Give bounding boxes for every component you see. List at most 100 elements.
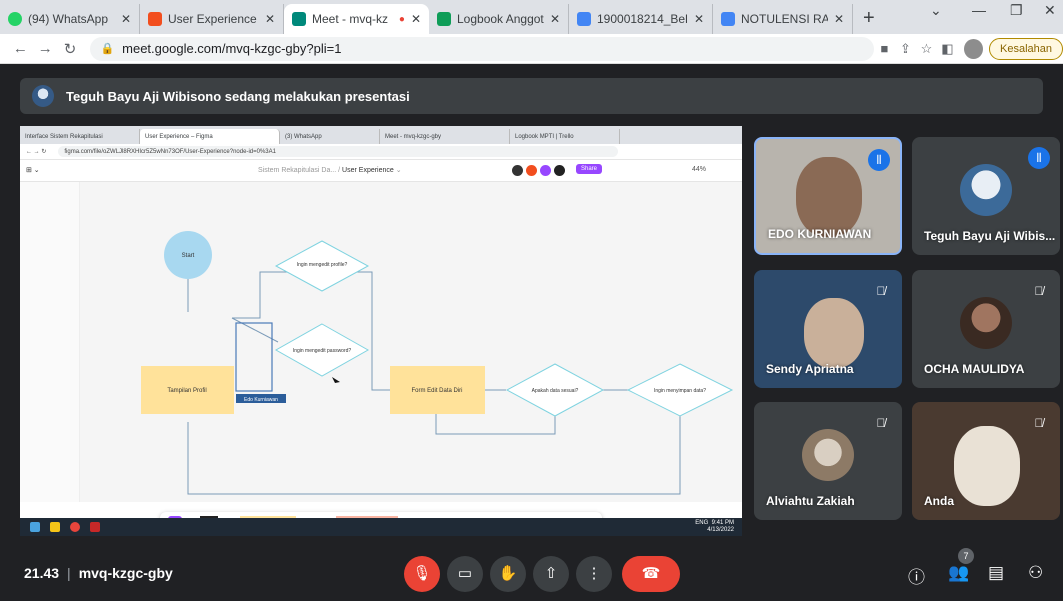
present-button[interactable]: ⇧ <box>533 556 569 592</box>
camera-toggle-button[interactable]: ▭ <box>447 556 483 592</box>
activities-icon[interactable]: ⚇ <box>1028 563 1043 583</box>
chevron-down-icon[interactable]: ⌄ <box>930 2 942 19</box>
figma-menu-icon: ⊞ ⌄ <box>26 167 40 174</box>
participant-avatar <box>802 429 854 481</box>
chrome-icon <box>70 522 80 532</box>
shared-tab: Logbook MPTI | Trello <box>510 129 620 144</box>
explorer-icon <box>50 522 60 532</box>
close-icon[interactable]: ✕ <box>411 12 421 26</box>
close-icon[interactable]: ✕ <box>694 12 704 26</box>
url-text: meet.google.com/mvq-kzgc-gby?pli=1 <box>122 41 342 56</box>
meeting-code: mvq-kzgc-gby <box>78 565 173 581</box>
participant-name: Teguh Bayu Aji Wibis... <box>924 229 1056 243</box>
process-tampilan-profil-label: Tampilan Profil <box>167 388 206 394</box>
meet-area: Teguh Bayu Aji Wibisono sedang melakukan… <box>0 64 1063 601</box>
cursor-label: Edo Kurniawan <box>244 397 278 403</box>
window-close-icon[interactable]: ✕ <box>1044 2 1056 19</box>
mouse-cursor-icon <box>332 377 340 383</box>
close-icon[interactable]: ✕ <box>550 12 560 26</box>
mic-off-icon: 🎙̸ <box>876 416 886 430</box>
start-node-label: Start <box>182 253 195 259</box>
participant-video <box>804 298 864 368</box>
speaking-indicator-icon: ⦀ <box>1028 147 1050 169</box>
chat-icon[interactable]: ▤ <box>988 563 1004 583</box>
shared-taskbar: ENG 9:41 PM 4/13/2022 <box>20 518 742 536</box>
collaborator-avatar <box>526 165 537 176</box>
figma-canvas: Start Ingin mengedit profile? Ingin meng… <box>20 182 742 536</box>
shared-tab: Interface Sistem Rekapitulasi <box>20 129 140 144</box>
collaborator-avatar <box>540 165 551 176</box>
reload-icon[interactable]: ↻ <box>58 40 83 58</box>
participant-count-badge: 7 <box>958 548 974 564</box>
lock-icon: 🔒 <box>100 43 115 55</box>
participant-avatar <box>960 297 1012 349</box>
mic-off-icon: 🎙̸ <box>1034 416 1044 430</box>
wps-icon <box>90 522 100 532</box>
tab-bella-doc[interactable]: 1900018214_Bella ✕ <box>569 4 713 34</box>
selection-box <box>235 322 273 392</box>
address-bar[interactable]: 🔒 meet.google.com/mvq-kzgc-gby?pli=1 <box>90 36 874 61</box>
profile-avatar[interactable] <box>963 38 984 59</box>
tab-figma[interactable]: User Experience – F ✕ <box>140 4 284 34</box>
participant-video <box>796 157 862 237</box>
shared-address-row: ← → ↻ figma.com/file/oZWLJl8RXHIcr5Z5wNn… <box>20 144 742 160</box>
whatsapp-icon <box>8 12 22 26</box>
minimize-icon[interactable]: — <box>972 2 986 18</box>
speaking-indicator-icon: ⦀ <box>868 149 890 171</box>
close-icon[interactable]: ✕ <box>265 12 275 26</box>
flowchart: Start Ingin mengedit profile? Ingin meng… <box>141 231 734 495</box>
meet-icon <box>292 12 306 26</box>
participant-tile[interactable]: 🎙̸ OCHA MAULIDYA <box>912 270 1060 388</box>
tab-notulensi[interactable]: NOTULENSI RAPAT ✕ <box>713 4 853 34</box>
leave-call-button[interactable]: ☎ <box>622 556 680 592</box>
shared-screen: Interface Sistem Rekapitulasi User Exper… <box>20 126 742 536</box>
participant-tile[interactable]: ⦀ EDO KURNIAWAN <box>754 137 902 255</box>
more-options-button[interactable]: ⋮ <box>576 556 612 592</box>
participant-tile[interactable]: 🎙̸ Alviahtu Zakiah <box>754 402 902 520</box>
taskbar-tray: ENG 9:41 PM 4/13/2022 <box>695 520 734 533</box>
decision-edit-profile-label: Ingin mengedit profile? <box>297 262 348 268</box>
restore-icon[interactable]: ❐ <box>1010 2 1023 19</box>
shared-tab: Meet - mvq-kzgc-gby <box>380 129 510 144</box>
mic-toggle-button[interactable]: 🎙 <box>404 556 440 592</box>
headphones-icon <box>512 165 523 176</box>
tab-logbook[interactable]: Logbook Anggota ✕ <box>429 4 569 34</box>
participant-avatar <box>960 164 1012 216</box>
meet-controls-bar: 21.43 | mvq-kzgc-gby 🎙 ▭ ✋ ⇧ ⋮ ☎ ⓘ 7 👥 ▤ ⚇ <box>0 548 1063 601</box>
participant-tile[interactable]: ⦀ Teguh Bayu Aji Wibis... <box>912 137 1060 255</box>
info-icon[interactable]: ⓘ <box>908 563 925 588</box>
forward-arrow-icon[interactable]: → <box>33 40 58 57</box>
back-arrow-icon[interactable]: ← <box>8 40 33 57</box>
figma-toolbar: ⊞ ⌄ Sistem Rekapitulasi Da... / User Exp… <box>20 160 742 182</box>
meeting-info: 21.43 | mvq-kzgc-gby <box>24 565 173 581</box>
figma-collaborators <box>512 165 565 176</box>
decision-edit-password-label: Ingin mengedit password? <box>293 348 352 354</box>
close-icon[interactable]: ✕ <box>834 12 844 26</box>
tab-meet[interactable]: Meet - mvq-kz ● ✕ <box>284 4 429 34</box>
figma-zoom: 44% <box>692 166 707 173</box>
share-icon[interactable]: ⇪ <box>895 41 916 57</box>
decision-data-sesuai-label: Apakah data sesuai? <box>532 388 579 394</box>
close-icon[interactable]: ✕ <box>121 12 131 26</box>
tab-whatsapp[interactable]: (94) WhatsApp ✕ <box>0 4 140 34</box>
meeting-time: 21.43 <box>24 565 60 581</box>
sidepanel-icon[interactable]: ◧ <box>937 41 958 57</box>
shared-tab: User Experience – Figma <box>140 129 280 144</box>
presentation-banner: Teguh Bayu Aji Wibisono sedang melakukan… <box>20 78 1043 114</box>
drive-icon <box>437 12 451 26</box>
people-icon[interactable]: 👥 <box>948 563 969 583</box>
shared-nav-icons: ← → ↻ <box>26 149 47 155</box>
raise-hand-button[interactable]: ✋ <box>490 556 526 592</box>
error-chip[interactable]: Kesalahan <box>989 37 1063 60</box>
collaborator-avatar <box>554 165 565 176</box>
new-tab-button[interactable]: + <box>853 4 885 34</box>
participant-video <box>954 426 1020 506</box>
participant-name: OCHA MAULIDYA <box>924 362 1025 376</box>
participant-tile[interactable]: 🎙̸ Sendy Apriatna <box>754 270 902 388</box>
decision-simpan-label: Ingin menyimpan data? <box>654 388 706 394</box>
participant-tile[interactable]: 🎙̸ Anda <box>912 402 1060 520</box>
bookmark-star-icon[interactable]: ☆ <box>916 41 937 57</box>
camera-indicator-icon[interactable]: ■ <box>874 41 895 56</box>
figma-file-path: Sistem Rekapitulasi Da... / User Experie… <box>258 167 402 174</box>
mic-off-icon: 🎙̸ <box>1034 284 1044 298</box>
